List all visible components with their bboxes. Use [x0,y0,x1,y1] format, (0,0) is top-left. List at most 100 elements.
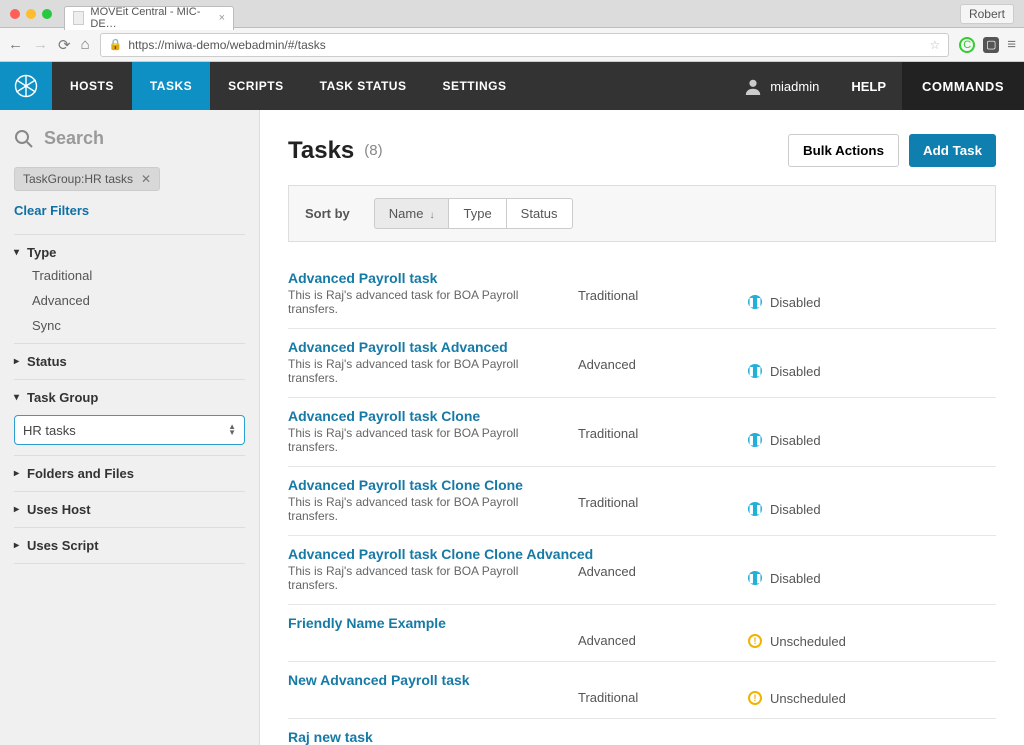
nav-item-tasks[interactable]: TASKS [132,62,210,110]
task-group-select[interactable]: HR tasks ▲▼ [14,415,245,445]
facet-option[interactable]: Traditional [32,268,245,283]
status-text: Unscheduled [770,691,846,706]
task-title-link[interactable]: Advanced Payroll task Clone Clone [288,477,996,493]
sort-direction-icon: ↓ [429,210,434,221]
task-title-link[interactable]: Advanced Payroll task Advanced [288,339,996,355]
chevron-right-icon: ▸ [14,504,19,515]
sort-option-status[interactable]: Status [507,198,573,229]
address-bar[interactable]: 🔒 https://miwa-demo/webadmin/#/tasks ☆ [100,33,950,57]
task-description [288,690,568,706]
star-icon[interactable]: ☆ [929,38,940,52]
select-value: HR tasks [23,423,76,438]
search-input[interactable]: Search [14,128,245,149]
maximize-window-icon[interactable] [42,9,52,19]
facet-toggle[interactable]: ▾ Task Group [14,390,245,405]
reload-icon[interactable]: ⟳ [58,36,71,54]
facet-toggle[interactable]: ▸ Uses Script [14,538,245,553]
task-type: Traditional [578,426,738,454]
brand-logo[interactable] [0,62,52,110]
main-content: Tasks (8) Bulk Actions Add Task Sort by … [260,110,1024,745]
forward-icon[interactable]: → [33,36,48,53]
nav-item-settings[interactable]: SETTINGS [424,62,524,110]
minimize-window-icon[interactable] [26,9,36,19]
browser-tabstrip: MOVEit Central - MIC-DE… × Robert [0,0,1024,28]
page-header: Tasks (8) Bulk Actions Add Task [288,134,996,167]
facet-toggle[interactable]: ▾ Type [14,245,245,260]
user-menu[interactable]: miadmin [728,62,835,110]
task-title-link[interactable]: New Advanced Payroll task [288,672,996,688]
task-title-link[interactable]: Advanced Payroll task [288,270,996,286]
sort-segment: Name↓TypeStatus [374,198,573,229]
search-placeholder: Search [44,128,104,149]
task-status: ❚❚Disabled [748,288,996,316]
task-title-link[interactable]: Raj new task [288,729,996,745]
task-title-link[interactable]: Advanced Payroll task Clone [288,408,996,424]
status-text: Disabled [770,571,821,586]
task-list: Advanced Payroll task This is Raj's advan… [288,260,996,745]
menu-icon[interactable]: ≡ [1007,36,1016,53]
status-unscheduled-icon: ! [748,691,762,705]
extension-icon[interactable]: C [959,37,975,53]
task-status: ❚❚Disabled [748,426,996,454]
filter-chip[interactable]: TaskGroup:HR tasks ✕ [14,167,160,191]
logo-icon [12,72,40,100]
extension-icon[interactable]: ▢ [983,37,999,53]
nav-item-hosts[interactable]: HOSTS [52,62,132,110]
task-description: This is Raj's advanced task for BOA Payr… [288,426,568,454]
tab-title: MOVEit Central - MIC-DE… [90,6,218,30]
browser-tab[interactable]: MOVEit Central - MIC-DE… × [64,6,234,30]
chevron-right-icon: ▸ [14,356,19,367]
chrome-user-chip[interactable]: Robert [960,4,1014,24]
facet-label: Folders and Files [27,466,134,481]
task-row: Advanced Payroll task AdvancedThis is Ra… [288,329,996,398]
home-icon[interactable]: ⌂ [81,36,90,53]
nav-item-scripts[interactable]: SCRIPTS [210,62,302,110]
page-icon [73,11,84,25]
task-description: This is Raj's advanced task for BOA Payr… [288,495,568,523]
task-status: ❚❚Disabled [748,357,996,385]
task-title-link[interactable]: Advanced Payroll task Clone Clone Advanc… [288,546,996,562]
task-status: ❚❚Disabled [748,495,996,523]
facet-toggle[interactable]: ▸ Status [14,354,245,369]
facet-toggle[interactable]: ▸ Uses Host [14,502,245,517]
sidebar: Search TaskGroup:HR tasks ✕ Clear Filter… [0,110,260,745]
facet-option[interactable]: Advanced [32,293,245,308]
status-text: Disabled [770,364,821,379]
facet-label: Task Group [27,390,98,405]
chevron-down-icon: ▾ [14,392,19,403]
task-description [288,633,568,649]
facet-label: Uses Script [27,538,99,553]
facet-folders: ▸ Folders and Files [14,455,245,491]
extension-icons: C ▢ ≡ [959,36,1016,53]
remove-filter-icon[interactable]: ✕ [141,172,151,186]
url-text: https://miwa-demo/webadmin/#/tasks [128,38,325,52]
nav-item-task-status[interactable]: TASK STATUS [302,62,425,110]
facet-option[interactable]: Sync [32,318,245,333]
clear-filters-link[interactable]: Clear Filters [14,203,245,218]
status-unscheduled-icon: ! [748,634,762,648]
status-text: Unscheduled [770,634,846,649]
task-description: This is Raj's advanced task for BOA Payr… [288,288,568,316]
commands-button[interactable]: COMMANDS [902,62,1024,110]
help-link[interactable]: HELP [835,62,902,110]
status-text: Disabled [770,502,821,517]
back-icon[interactable]: ← [8,36,23,53]
bulk-actions-button[interactable]: Bulk Actions [788,134,899,167]
facet-toggle[interactable]: ▸ Folders and Files [14,466,245,481]
close-window-icon[interactable] [10,9,20,19]
task-title-link[interactable]: Friendly Name Example [288,615,996,631]
chevron-down-icon: ▾ [14,247,19,258]
browser-toolbar: ← → ⟳ ⌂ 🔒 https://miwa-demo/webadmin/#/t… [0,28,1024,62]
add-task-button[interactable]: Add Task [909,134,996,167]
facet-type: ▾ Type Traditional Advanced Sync [14,234,245,343]
task-type: Advanced [578,357,738,385]
sort-option-name[interactable]: Name↓ [374,198,450,229]
status-text: Disabled [770,433,821,448]
task-description: This is Raj's advanced task for BOA Payr… [288,564,568,592]
sort-option-type[interactable]: Type [449,198,506,229]
task-type: Advanced [578,564,738,592]
close-tab-icon[interactable]: × [219,12,225,24]
task-status: ! Unscheduled [748,633,996,649]
task-row: Advanced Payroll task Clone Clone This is… [288,467,996,536]
facet-task-group: ▾ Task Group HR tasks ▲▼ [14,379,245,455]
